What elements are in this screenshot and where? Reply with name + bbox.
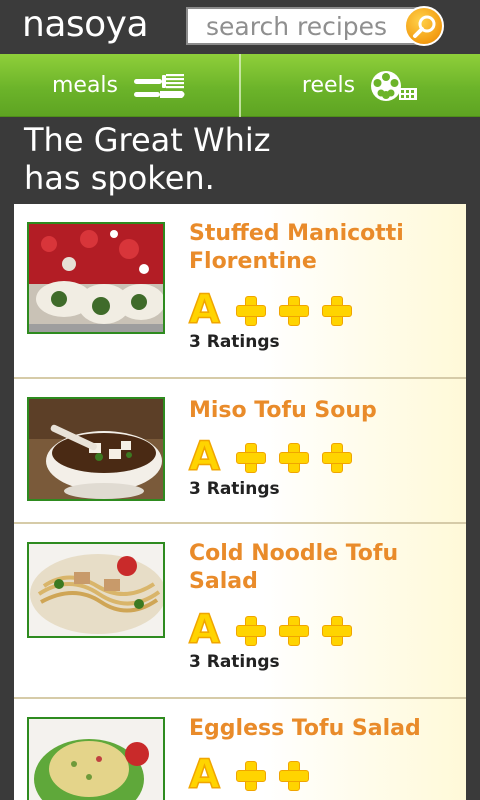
grade-letter: A (188, 434, 220, 480)
plus-icon (319, 440, 353, 474)
eggless-salad-photo (29, 719, 163, 800)
hero-banner: The Great Whiz has spoken. (0, 117, 480, 207)
plus-icon (233, 293, 267, 327)
plus-icon (276, 613, 310, 647)
rating-grade: A (188, 607, 353, 653)
plus-icon (233, 613, 267, 647)
page-title-line1: The Great Whiz (24, 121, 271, 159)
utensils-icon (134, 73, 185, 98)
recipe-title[interactable]: Eggless Tofu Salad (189, 715, 449, 743)
tab-reels-label: reels (301, 73, 356, 98)
recipe-image (27, 222, 165, 334)
nasoya-logo[interactable]: nasoya (22, 4, 149, 45)
plus-icon (233, 440, 267, 474)
page-title: The Great Whiz has spoken. (24, 121, 324, 197)
recipe-card[interactable]: Miso Tofu Soup A 3 Ratings (14, 379, 466, 524)
tab-meals-label: meals (51, 73, 119, 98)
rating-grade: A (188, 434, 353, 480)
grade-letter: A (188, 752, 220, 798)
tab-meals[interactable]: meals (0, 54, 240, 117)
tab-reels[interactable]: reels (241, 54, 480, 117)
manicotti-photo (29, 224, 163, 332)
plus-icon (276, 758, 310, 792)
rating-grade: A (188, 752, 310, 798)
search-box (186, 6, 444, 46)
search-button[interactable] (404, 6, 444, 46)
rating-count: 3 Ratings (189, 652, 280, 672)
recipe-title[interactable]: Stuffed Manicotti Florentine (189, 220, 449, 276)
plus-icon (233, 758, 267, 792)
recipe-card[interactable]: Cold Noodle Tofu Salad A 3 Ratings (14, 524, 466, 699)
plus-icon (276, 293, 310, 327)
grade-letter: A (188, 287, 220, 333)
recipe-image (27, 717, 165, 800)
rating-count: 3 Ratings (189, 479, 280, 499)
plus-icon (319, 613, 353, 647)
recipe-image (27, 397, 165, 501)
rating-count: 3 Ratings (189, 332, 280, 352)
plus-icon (319, 293, 353, 327)
grade-letter: A (188, 607, 220, 653)
top-bar: nasoya (0, 0, 480, 54)
plus-icon (276, 440, 310, 474)
miso-soup-photo (29, 399, 163, 499)
search-input[interactable] (186, 7, 418, 45)
magnifier-icon (413, 15, 436, 38)
recipe-card[interactable]: Stuffed Manicotti Florentine A 3 Ratings (14, 204, 466, 379)
recipe-image (27, 542, 165, 638)
recipe-list: Stuffed Manicotti Florentine A 3 Ratings (14, 204, 466, 800)
rating-grade: A (188, 287, 353, 333)
recipe-title[interactable]: Miso Tofu Soup (189, 397, 449, 425)
film-reel-icon (371, 70, 418, 101)
page-title-line2: has spoken. (24, 159, 215, 197)
noodle-salad-photo (29, 544, 163, 636)
recipe-title[interactable]: Cold Noodle Tofu Salad (189, 540, 449, 596)
recipe-card[interactable]: Eggless Tofu Salad A (14, 699, 466, 800)
nav-tabs: meals reels (0, 54, 480, 117)
